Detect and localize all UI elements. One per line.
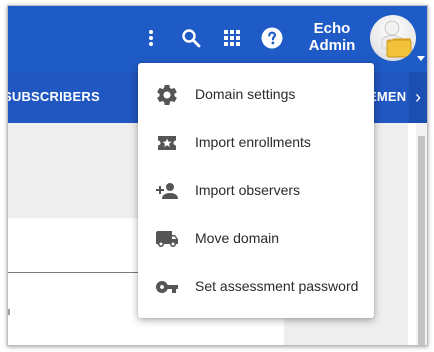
scrollbar-thumb[interactable] (418, 136, 425, 345)
user-first-name: Echo (313, 20, 351, 37)
avatar-figure-icon (381, 20, 412, 58)
menu-item-label: Import enrollments (195, 134, 311, 150)
user-name[interactable]: Echo Admin (304, 20, 360, 54)
menu-item-move-domain[interactable]: Move domain (138, 215, 374, 263)
menu-item-domain-settings[interactable]: Domain settings (138, 71, 374, 119)
app-window: Echo Admin SUBSCRIBERS EMEN › Domain set… (7, 5, 428, 346)
menu-item-label: Import observers (195, 182, 301, 198)
ticket-star-icon (155, 131, 179, 155)
help-icon[interactable] (260, 26, 284, 50)
tab-subscribers[interactable]: SUBSCRIBERS (8, 89, 100, 104)
menu-item-label: Set assessment password (195, 278, 359, 294)
menu-item-label: Domain settings (195, 86, 296, 102)
menu-item-set-assessment-password[interactable]: Set assessment password (138, 263, 374, 311)
key-icon (155, 275, 179, 299)
gear-icon (155, 83, 179, 107)
truck-icon (155, 227, 179, 251)
nav-next-arrow-icon[interactable]: › (409, 72, 427, 123)
content-mark (8, 309, 10, 315)
menu-item-import-enrollments[interactable]: Import enrollments (138, 119, 374, 167)
person-add-icon (155, 179, 179, 203)
avatar[interactable] (370, 15, 416, 61)
search-icon[interactable] (179, 26, 203, 50)
tab-partial[interactable]: EMEN (368, 89, 408, 104)
apps-grid-icon[interactable] (220, 26, 244, 50)
more-vert-icon[interactable] (139, 26, 163, 50)
menu-item-label: Move domain (195, 230, 280, 246)
chevron-down-icon[interactable] (417, 56, 425, 61)
user-last-name: Admin (308, 37, 356, 54)
overflow-menu: Domain settings Import enrollments Impor… (138, 63, 374, 318)
menu-item-import-observers[interactable]: Import observers (138, 167, 374, 215)
